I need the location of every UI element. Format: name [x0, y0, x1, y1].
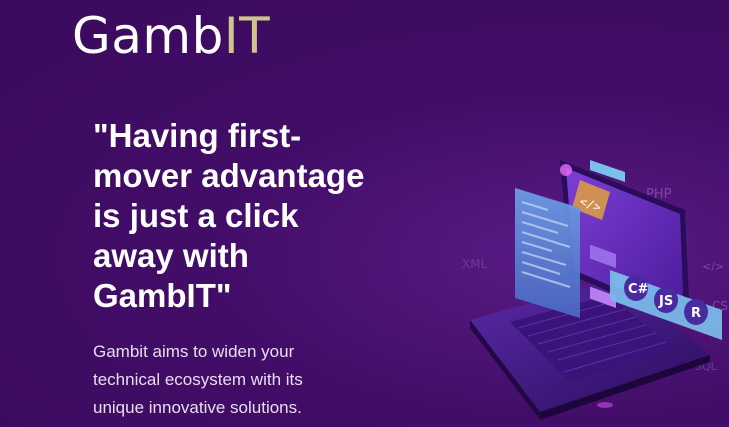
- logo-text-main: Gamb: [72, 7, 224, 65]
- code-tag: </>: [702, 260, 724, 273]
- hero-subtext: Gambit aims to widen your technical ecos…: [93, 342, 303, 417]
- logo-text-accent: IT: [223, 7, 271, 65]
- laptop-illustration-svg: PHP XML </> CS SQL </> C# JS R: [462, 160, 728, 420]
- r-badge: R: [691, 306, 701, 321]
- laptop-coding-illustration: PHP XML </> CS SQL </> C# JS R: [440, 150, 729, 427]
- js-badge: JS: [658, 294, 673, 309]
- hero-headline: "Having first- mover advantage is just a…: [93, 117, 365, 314]
- csharp-badge: C#: [628, 282, 649, 297]
- hero-page: GambIT "Having first- mover advantage is…: [0, 0, 729, 427]
- xml-tag: XML: [462, 257, 488, 271]
- gambit-logo[interactable]: GambIT: [72, 6, 270, 66]
